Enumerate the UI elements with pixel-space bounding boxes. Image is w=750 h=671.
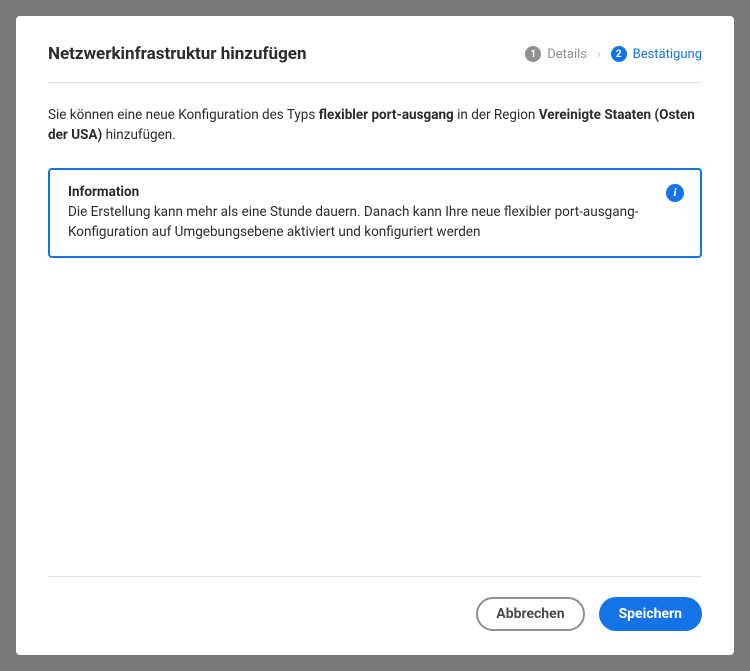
- desc-type: flexibler port-ausgang: [319, 107, 454, 123]
- step-1-circle: 1: [525, 46, 541, 62]
- config-description: Sie können eine neue Konfiguration des T…: [48, 105, 702, 146]
- desc-suffix: hinzufügen.: [102, 127, 176, 143]
- info-text: Die Erstellung kann mehr als eine Stunde…: [68, 202, 682, 243]
- step-1-label: Details: [547, 47, 587, 62]
- step-details[interactable]: 1 Details: [525, 46, 587, 62]
- info-icon: i: [666, 184, 684, 202]
- info-title: Information: [68, 184, 682, 200]
- wizard-steps: 1 Details › 2 Bestätigung: [525, 46, 702, 62]
- dialog: Netzwerkinfrastruktur hinzufügen 1 Detai…: [16, 16, 734, 655]
- desc-mid: in der Region: [454, 107, 539, 123]
- desc-prefix: Sie können eine neue Konfiguration des T…: [48, 107, 319, 123]
- step-2-label: Bestätigung: [633, 47, 702, 62]
- dialog-footer: Abbrechen Speichern: [48, 576, 702, 631]
- step-confirmation[interactable]: 2 Bestätigung: [611, 46, 702, 62]
- dialog-title: Netzwerkinfrastruktur hinzufügen: [48, 44, 307, 64]
- info-box: i Information Die Erstellung kann mehr a…: [48, 168, 702, 259]
- step-2-circle: 2: [611, 46, 627, 62]
- cancel-button[interactable]: Abbrechen: [476, 597, 584, 631]
- dialog-header: Netzwerkinfrastruktur hinzufügen 1 Detai…: [48, 44, 702, 83]
- chevron-right-icon: ›: [597, 47, 601, 61]
- save-button[interactable]: Speichern: [599, 597, 702, 631]
- dialog-body: Sie können eine neue Konfiguration des T…: [48, 83, 702, 576]
- content-spacer: [48, 258, 702, 576]
